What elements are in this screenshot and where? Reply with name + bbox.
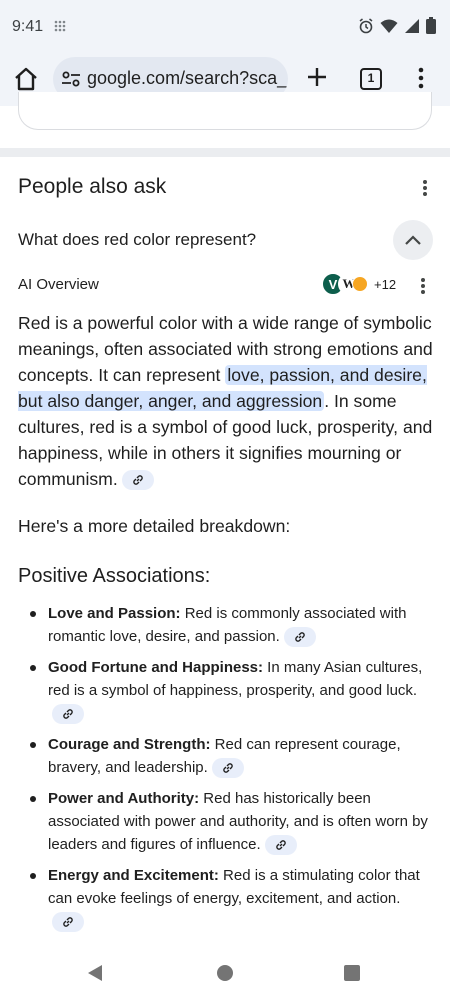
link-icon: [63, 709, 73, 719]
link-icon: [223, 763, 233, 773]
status-icons: [358, 17, 436, 34]
link-icon: [295, 632, 305, 642]
link-icon: [132, 475, 143, 486]
ai-overview-more-icon[interactable]: [417, 276, 429, 296]
new-tab-icon[interactable]: [305, 65, 329, 89]
citation-link-button[interactable]: [264, 835, 297, 856]
back-icon[interactable]: [86, 963, 104, 983]
breakdown-intro: Here's a more detailed breakdown:: [18, 516, 291, 536]
status-time: 9:41: [12, 18, 44, 35]
link-icon: [275, 840, 286, 850]
citation-link-button[interactable]: [121, 470, 154, 491]
signal-icon: [405, 18, 419, 33]
list-item: Love and Passion: Red is commonly associ…: [20, 602, 432, 648]
source-sun-icon[interactable]: [352, 276, 368, 292]
citation-link-button[interactable]: [52, 912, 84, 933]
battery-icon: [426, 17, 436, 34]
positive-associations-heading: Positive Associations:: [18, 565, 211, 587]
status-bar: 9:41: [0, 0, 450, 52]
item-term: Love and Passion:: [48, 605, 181, 622]
site-settings-icon[interactable]: [61, 70, 81, 88]
home-icon[interactable]: [12, 65, 40, 93]
people-also-ask-title: People also ask: [18, 175, 167, 198]
chevron-up-icon: [405, 235, 421, 245]
ai-overview-text: Red is a powerful color with a wide rang…: [18, 310, 434, 492]
item-term: Energy and Excitement:: [48, 867, 219, 884]
tab-switcher-button[interactable]: 1: [360, 68, 382, 90]
item-term: Power and Authority:: [48, 790, 200, 807]
list-item: Energy and Excitement: Red is a stimulat…: [20, 864, 432, 933]
citation-link-button[interactable]: [211, 758, 244, 779]
home-nav-button[interactable]: [217, 965, 233, 981]
wifi-icon: [380, 19, 398, 33]
section-divider: [0, 148, 450, 157]
item-term: Good Fortune and Happiness:: [48, 659, 264, 676]
paa-more-options-icon[interactable]: [419, 178, 431, 198]
url-text[interactable]: google.com/search?sca_: [87, 68, 287, 89]
recents-nav-button[interactable]: [344, 965, 360, 981]
paa-question[interactable]: What does red color represent?: [18, 230, 256, 250]
citation-link-button[interactable]: [283, 627, 316, 648]
more-images-button[interactable]: [18, 92, 432, 130]
source-more-count[interactable]: +12: [374, 277, 396, 292]
system-navigation-bar: [0, 945, 450, 1000]
list-item: Courage and Strength: Red can represent …: [20, 733, 432, 779]
source-avatars[interactable]: V W +12: [322, 273, 396, 295]
list-item: Power and Authority: Red has historicall…: [20, 787, 432, 856]
ai-overview-label: AI Overview: [18, 276, 99, 293]
citation-link-button[interactable]: [52, 704, 84, 725]
browser-menu-icon[interactable]: [415, 66, 427, 90]
list-item: Good Fortune and Happiness: In many Asia…: [20, 656, 432, 725]
associations-list: Love and Passion: Red is commonly associ…: [20, 602, 432, 941]
collapse-question-button[interactable]: [393, 220, 433, 260]
alarm-icon: [359, 17, 373, 33]
notification-dots-icon: [54, 20, 66, 32]
link-icon: [63, 917, 73, 927]
item-term: Courage and Strength:: [48, 736, 211, 753]
